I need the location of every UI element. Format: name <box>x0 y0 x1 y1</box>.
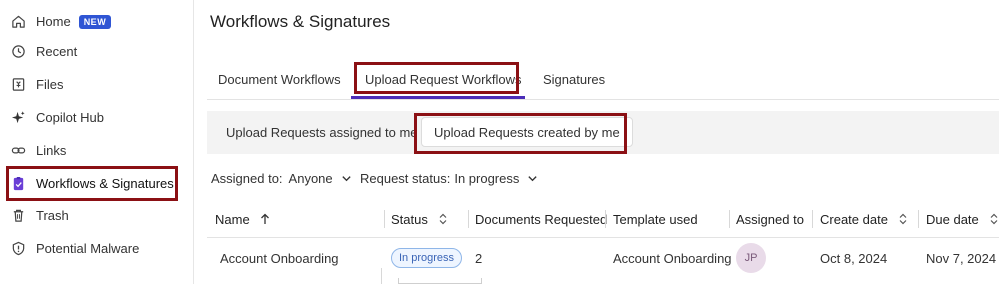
column-divider[interactable] <box>605 210 606 228</box>
sidebar-item-label: Links <box>36 143 67 158</box>
shield-alert-icon <box>10 241 26 257</box>
tab-bar: Document Workflows Upload Request Workfl… <box>207 62 999 100</box>
column-divider[interactable] <box>812 210 813 228</box>
status-badge: In progress <box>391 248 463 268</box>
active-tab-indicator <box>351 96 525 99</box>
column-divider[interactable] <box>918 210 919 228</box>
sparkle-icon <box>10 110 26 126</box>
clipboard-check-icon <box>10 176 26 192</box>
page-title: Workflows & Signatures <box>210 12 391 31</box>
column-divider <box>381 268 382 284</box>
cell-assigned-to: JP <box>736 238 766 278</box>
home-icon <box>10 14 26 30</box>
column-divider[interactable] <box>468 210 469 228</box>
filter-value: In progress <box>454 170 520 186</box>
clock-icon <box>10 44 26 60</box>
sort-icon <box>439 213 447 225</box>
subtab-assigned-to-me[interactable]: Upload Requests assigned to me <box>226 111 418 154</box>
column-label: Name <box>215 211 250 227</box>
filter-value: Anyone <box>288 170 333 186</box>
filter-label: Request status: <box>360 170 451 186</box>
column-header-create-date[interactable]: Create date <box>820 201 908 237</box>
column-label: Create date <box>820 211 888 227</box>
sidebar: Home NEW Recent Files Copilot Hub Links … <box>0 0 194 284</box>
trash-icon <box>10 208 26 224</box>
sidebar-item-label: Workflows & Signatures <box>36 176 174 191</box>
table-row[interactable]: Account Onboarding In progress 2 Account… <box>207 238 999 278</box>
sidebar-item-label: Potential Malware <box>36 241 140 256</box>
filter-label: Assigned to: <box>211 170 283 186</box>
column-header-documents-requested[interactable]: Documents Requested <box>475 201 607 237</box>
cell-create-date: Oct 8, 2024 <box>820 250 888 266</box>
sidebar-item-files[interactable]: Files <box>0 68 193 101</box>
chevron-down-icon <box>341 175 351 181</box>
sort-icon <box>990 213 998 225</box>
sort-ascending-icon <box>260 213 269 224</box>
tab-document-workflows[interactable]: Document Workflows <box>218 62 341 96</box>
sidebar-item-label: Copilot Hub <box>36 110 104 125</box>
cell-documents-requested: 2 <box>475 250 483 266</box>
subtab-created-by-me[interactable]: Upload Requests created by me <box>421 117 633 147</box>
sidebar-item-label: Recent <box>36 44 78 59</box>
column-header-name[interactable]: Name <box>215 201 270 237</box>
sidebar-item-workflows-signatures[interactable]: Workflows & Signatures <box>0 167 193 200</box>
column-header-due-date[interactable]: Due date <box>926 201 999 237</box>
sort-icon <box>899 213 907 225</box>
new-badge: NEW <box>78 14 112 29</box>
table-header: Name Status Documents Requested Template… <box>207 201 999 238</box>
chevron-down-icon <box>528 175 538 181</box>
column-header-template-used[interactable]: Template used <box>613 201 698 237</box>
link-icon <box>10 143 26 159</box>
column-divider[interactable] <box>384 210 385 228</box>
cell-status: In progress <box>391 238 463 278</box>
sidebar-item-recent[interactable]: Recent <box>0 35 193 68</box>
tab-upload-request-workflows[interactable]: Upload Request Workflows <box>365 62 522 96</box>
cell-template-used: Account Onboarding <box>613 250 732 266</box>
sidebar-item-links[interactable]: Links <box>0 134 193 167</box>
sidebar-item-trash[interactable]: Trash <box>0 199 193 232</box>
status-dropdown-edge <box>398 278 482 284</box>
column-label: Status <box>391 211 428 227</box>
subtab-bar: Upload Requests assigned to me Upload Re… <box>207 111 999 154</box>
tab-signatures[interactable]: Signatures <box>543 62 605 96</box>
sidebar-item-potential-malware[interactable]: Potential Malware <box>0 232 193 265</box>
avatar[interactable]: JP <box>736 243 766 273</box>
sidebar-item-home[interactable]: Home NEW <box>0 5 193 38</box>
sidebar-item-copilot-hub[interactable]: Copilot Hub <box>0 101 193 134</box>
column-divider[interactable] <box>729 210 730 228</box>
sidebar-item-label: Home <box>36 14 71 29</box>
request-status-filter[interactable]: Request status: In progress <box>360 168 538 188</box>
files-icon <box>10 77 26 93</box>
assigned-to-filter[interactable]: Assigned to: Anyone <box>211 168 352 188</box>
sidebar-item-label: Files <box>36 77 64 92</box>
cell-name[interactable]: Account Onboarding <box>220 238 339 278</box>
column-label: Due date <box>926 211 979 227</box>
column-header-status[interactable]: Status <box>391 201 448 237</box>
column-header-assigned-to[interactable]: Assigned to <box>736 201 804 237</box>
sidebar-item-label: Trash <box>36 208 69 223</box>
cell-due-date: Nov 7, 2024 <box>926 250 997 266</box>
